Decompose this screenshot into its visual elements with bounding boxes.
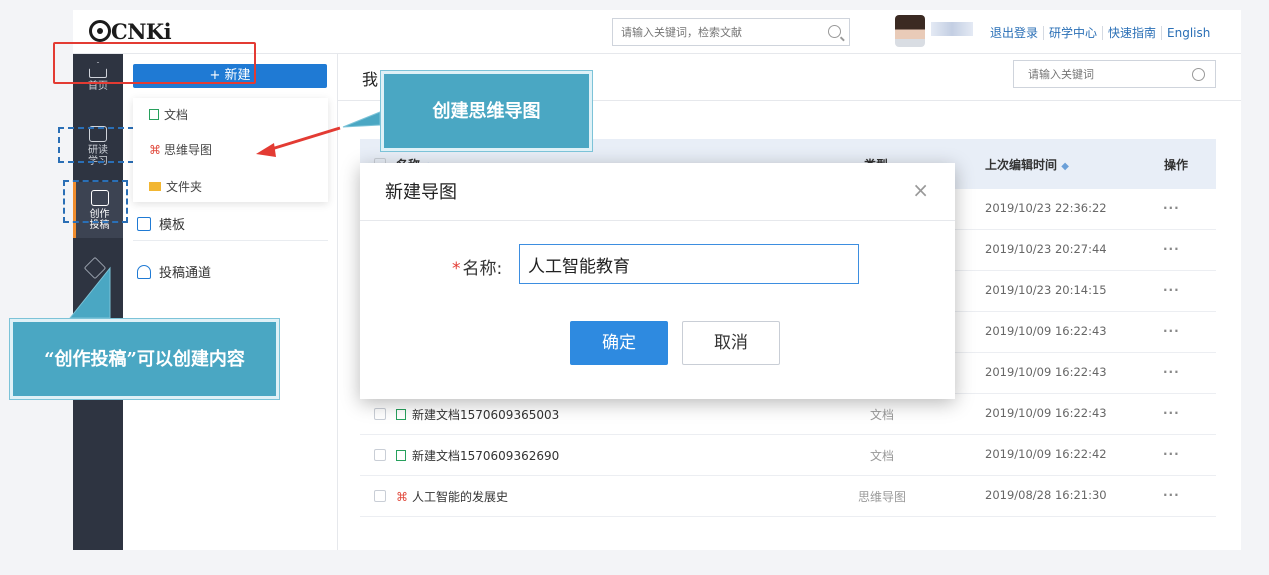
search-icon[interactable]	[828, 25, 841, 38]
menu-label: 文件夹	[166, 180, 203, 194]
top-search-input[interactable]	[613, 19, 813, 45]
table-row[interactable]: 新建文档1570609362690 文档 2019/10/09 16:22:42…	[360, 435, 1216, 476]
table-row[interactable]: ⌘ 人工智能的发展史 思维导图 2019/08/28 16:21:30 ···	[360, 476, 1216, 517]
panel-item-submission[interactable]: 投稿通道	[137, 262, 211, 281]
cell-time: 2019/10/23 20:27:44	[985, 242, 1107, 256]
main-search-input[interactable]	[1014, 61, 1174, 87]
column-label: 上次编辑时间	[985, 158, 1058, 172]
submission-icon	[137, 265, 151, 279]
divider	[360, 220, 955, 221]
cell-name[interactable]: 新建文档1570609362690	[396, 447, 559, 464]
logo-text: CNKi	[111, 19, 172, 44]
username-redacted	[931, 22, 973, 36]
page-title: 我	[362, 70, 379, 89]
more-actions-icon[interactable]: ···	[1163, 201, 1180, 215]
cell-name[interactable]: ⌘ 人工智能的发展史	[396, 488, 508, 505]
tag-icon[interactable]	[83, 256, 107, 280]
cell-type: 文档	[870, 449, 895, 463]
cancel-button[interactable]: 取消	[682, 321, 780, 365]
more-actions-icon[interactable]: ···	[1163, 365, 1180, 379]
document-icon	[149, 109, 159, 120]
mindmap-icon: ⌘	[149, 143, 161, 157]
cell-name[interactable]: 新建文档1570609365003	[396, 406, 559, 423]
cell-time: 2019/10/23 20:14:15	[985, 283, 1107, 297]
menu-item-document[interactable]: 文档	[149, 106, 188, 123]
callout-create-nav: “创作投稿”可以创建内容	[9, 318, 280, 400]
search-icon[interactable]	[1192, 68, 1205, 81]
top-links: 退出登录 研学中心 快速指南 English	[985, 24, 1216, 41]
cell-time: 2019/10/09 16:22:43	[985, 365, 1107, 379]
cell-name-text: 新建文档1570609365003	[412, 408, 560, 422]
mindmap-name-input[interactable]	[519, 244, 859, 284]
cell-name-text: 新建文档1570609362690	[412, 449, 560, 463]
mindmap-icon: ⌘	[396, 490, 408, 504]
create-panel: + 新建 文档 ⌘ 思维导图 文件夹 模板 投稿通道	[123, 54, 338, 550]
cell-time: 2019/10/09 16:22:43	[985, 406, 1107, 420]
new-dropdown-menu: 文档 ⌘ 思维导图 文件夹	[133, 98, 328, 202]
new-mindmap-dialog: 新建导图 × *名称: 确定 取消	[360, 163, 955, 399]
menu-label: 文档	[164, 108, 189, 122]
top-search-box[interactable]	[612, 18, 850, 46]
panel-item-label: 模板	[159, 218, 186, 233]
callout-mindmap: 创建思维导图	[380, 70, 593, 152]
more-actions-icon[interactable]: ···	[1163, 406, 1180, 420]
cell-time: 2019/10/09 16:22:43	[985, 324, 1107, 338]
label-text: 名称:	[462, 259, 503, 279]
logout-link[interactable]: 退出登录	[985, 26, 1043, 40]
logo-ring-icon	[89, 20, 111, 42]
column-time[interactable]: 上次编辑时间 ◆	[985, 156, 1069, 173]
required-mark: *	[452, 259, 461, 279]
row-checkbox[interactable]	[374, 449, 386, 461]
close-icon[interactable]: ×	[912, 180, 929, 200]
menu-item-folder[interactable]: 文件夹	[149, 178, 202, 195]
document-icon	[396, 409, 406, 420]
cell-time: 2019/10/23 22:36:22	[985, 201, 1107, 215]
menu-item-mindmap[interactable]: ⌘ 思维导图	[149, 141, 212, 158]
research-center-link[interactable]: 研学中心	[1043, 26, 1103, 40]
panel-item-template[interactable]: 模板	[137, 214, 185, 233]
more-actions-icon[interactable]: ···	[1163, 283, 1180, 297]
create-nav-highlight	[63, 180, 128, 223]
english-link[interactable]: English	[1161, 26, 1216, 40]
cell-name-text: 人工智能的发展史	[412, 490, 509, 504]
document-icon	[396, 450, 406, 461]
divider	[133, 240, 328, 241]
template-icon	[137, 217, 151, 231]
name-label: * 名称:	[452, 254, 502, 279]
menu-label: 思维导图	[164, 143, 213, 157]
dialog-title: 新建导图	[385, 182, 457, 203]
new-button-highlight	[53, 42, 256, 84]
more-actions-icon[interactable]: ···	[1163, 324, 1180, 338]
sort-icon[interactable]: ◆	[1061, 161, 1069, 172]
cell-time: 2019/08/28 16:21:30	[985, 488, 1107, 502]
cell-time: 2019/10/09 16:22:42	[985, 447, 1107, 461]
avatar[interactable]	[895, 15, 925, 47]
more-actions-icon[interactable]: ···	[1163, 488, 1180, 502]
more-actions-icon[interactable]: ···	[1163, 242, 1180, 256]
column-action: 操作	[1164, 158, 1189, 172]
cell-type: 思维导图	[858, 490, 907, 504]
table-row[interactable]: 新建文档1570609365003 文档 2019/10/09 16:22:43…	[360, 394, 1216, 435]
confirm-button[interactable]: 确定	[570, 321, 668, 365]
row-checkbox[interactable]	[374, 490, 386, 502]
panel-item-label: 投稿通道	[159, 266, 212, 281]
row-checkbox[interactable]	[374, 408, 386, 420]
cnki-logo[interactable]: CNKi	[89, 19, 172, 44]
main-search-box[interactable]	[1013, 60, 1216, 88]
cell-type: 文档	[870, 408, 895, 422]
more-actions-icon[interactable]: ···	[1163, 447, 1180, 461]
folder-icon	[149, 182, 161, 191]
quick-guide-link[interactable]: 快速指南	[1102, 26, 1162, 40]
